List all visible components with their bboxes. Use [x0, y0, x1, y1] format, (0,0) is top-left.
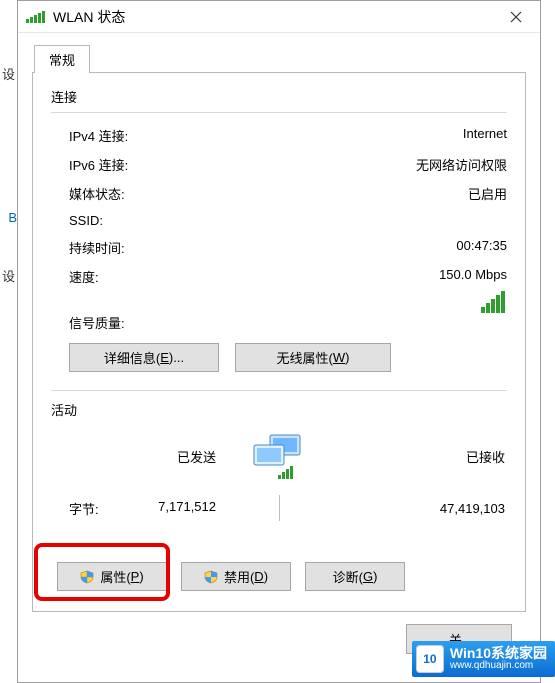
watermark-url: www.qdhuajin.com — [450, 660, 547, 672]
bg-text: 设 — [2, 64, 15, 83]
speed-label: 速度: — [69, 267, 99, 286]
shield-icon — [204, 570, 218, 584]
divider — [51, 390, 507, 391]
section-activity-title: 活动 — [51, 400, 83, 419]
watermark-logo: 10 — [416, 645, 444, 673]
ssid-label: SSID: — [69, 213, 103, 228]
background-fragment: 设 B 设 — [0, 0, 17, 683]
shield-icon — [80, 570, 94, 584]
ipv4-value: Internet — [463, 126, 507, 145]
bg-text: 设 — [2, 266, 15, 285]
speed-value: 150.0 Mbps — [439, 267, 507, 286]
bytes-received: 47,419,103 — [324, 501, 507, 516]
media-label: 媒体状态: — [69, 184, 125, 203]
tab-general[interactable]: 常规 — [34, 45, 90, 73]
ipv6-value: 无网络访问权限 — [416, 155, 507, 174]
wlan-status-window: WLAN 状态 常规 连接 IPv4 连接: Internet IPv6 连接: 无… — [17, 0, 541, 683]
wifi-icon — [26, 11, 45, 23]
bg-text: B — [8, 210, 17, 225]
sent-label: 已发送 — [51, 447, 234, 466]
signal-label: 信号质量: — [69, 313, 125, 332]
separator — [279, 495, 280, 521]
recv-label: 已接收 — [324, 447, 507, 466]
titlebar[interactable]: WLAN 状态 — [18, 1, 540, 33]
divider — [51, 112, 507, 113]
wireless-properties-button[interactable]: 无线属性(W) — [235, 343, 391, 372]
signal-bars-icon — [481, 291, 505, 313]
ipv4-label: IPv4 连接: — [69, 126, 128, 145]
disable-button[interactable]: 禁用(D) — [181, 562, 291, 591]
watermark-brand: Win10系统家园 — [450, 646, 547, 660]
close-button[interactable] — [494, 2, 538, 32]
duration-value: 00:47:35 — [456, 238, 507, 257]
media-value: 已启用 — [468, 184, 507, 203]
window-title: WLAN 状态 — [53, 7, 494, 27]
section-connection-title: 连接 — [51, 87, 507, 106]
bytes-label: 字节: — [51, 499, 99, 518]
tabstrip: 常规 — [32, 45, 526, 73]
details-button[interactable]: 详细信息(E)... — [69, 343, 219, 372]
duration-label: 持续时间: — [69, 238, 125, 257]
bytes-sent: 7,171,512 — [158, 499, 234, 518]
ipv6-label: IPv6 连接: — [69, 155, 128, 174]
tab-pane: 连接 IPv4 连接: Internet IPv6 连接: 无网络访问权限 媒体状态… — [32, 72, 526, 612]
diagnose-button[interactable]: 诊断(G) — [305, 562, 405, 591]
network-activity-icon — [234, 431, 324, 481]
watermark: 10 Win10系统家园 www.qdhuajin.com — [412, 641, 555, 677]
properties-button[interactable]: 属性(P) — [57, 562, 167, 591]
